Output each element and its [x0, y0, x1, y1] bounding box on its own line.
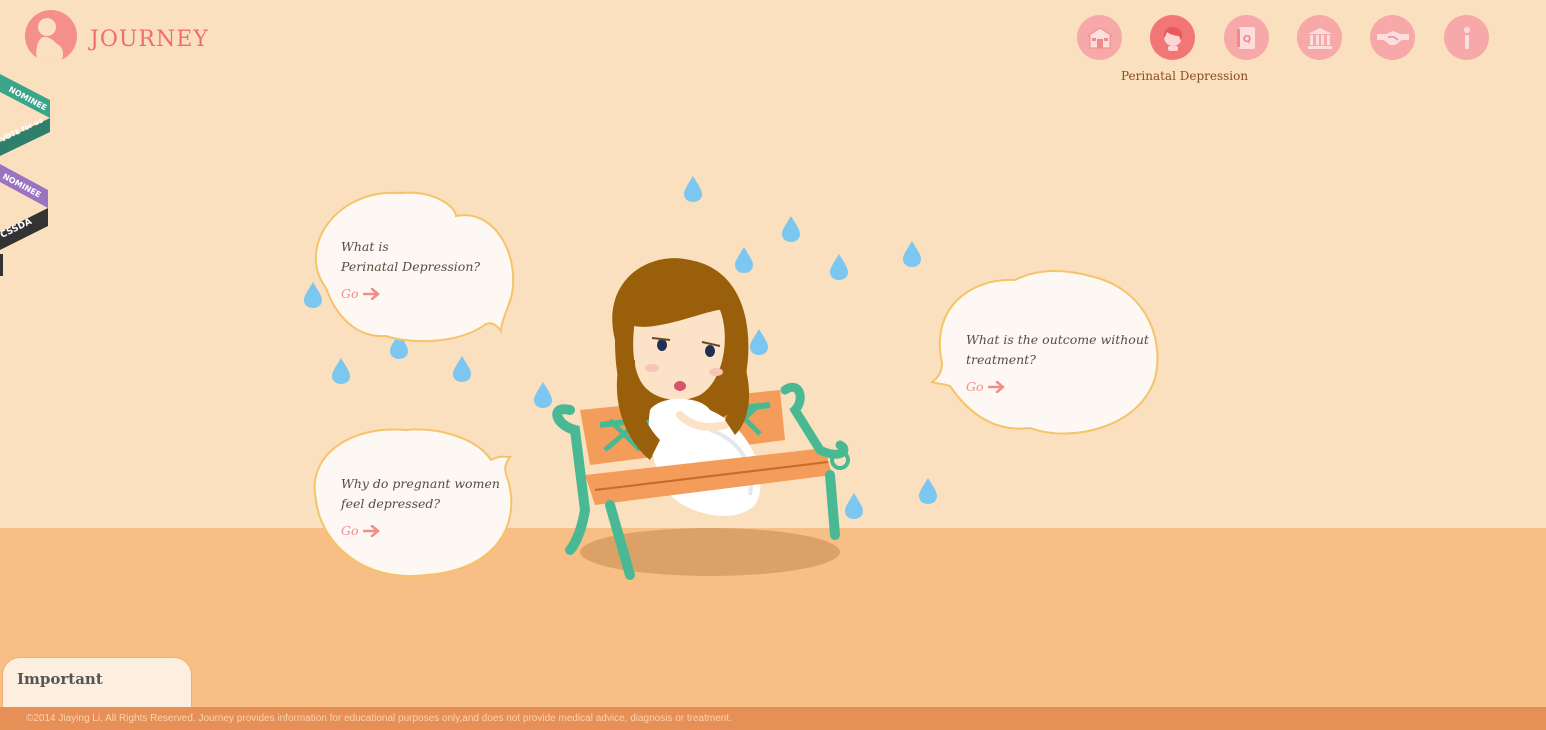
- bubble-outcome-question: What is the outcome without treatment?: [966, 332, 1149, 367]
- important-label: Important: [17, 670, 103, 688]
- arrow-right-icon: [362, 287, 380, 300]
- important-tab[interactable]: Important: [2, 657, 192, 709]
- sad-pregnant-girl-illustration: [540, 250, 860, 590]
- bubble-why-go-link[interactable]: Go: [341, 523, 381, 538]
- bubble-what-is-go-link[interactable]: Go: [341, 286, 381, 301]
- bubble-outcome-go-link[interactable]: Go: [966, 379, 1006, 394]
- bubble-why-depressed[interactable]: Why do pregnant women feel depressed? Go: [306, 425, 518, 580]
- arrow-right-icon: [987, 380, 1005, 393]
- footer-copyright: ©2014 Jiaying Li, All Rights Reserved. J…: [26, 713, 732, 724]
- bubble-why-question: Why do pregnant women feel depressed?: [341, 476, 500, 511]
- bubble-outcome[interactable]: What is the outcome without treatment? G…: [929, 268, 1162, 440]
- arrow-right-icon: [362, 524, 380, 537]
- bubble-what-is[interactable]: What is Perinatal Depression? Go: [306, 188, 518, 348]
- bubble-what-is-question: What is Perinatal Depression?: [341, 239, 481, 274]
- footer: ©2014 Jiaying Li, All Rights Reserved. J…: [0, 707, 1546, 730]
